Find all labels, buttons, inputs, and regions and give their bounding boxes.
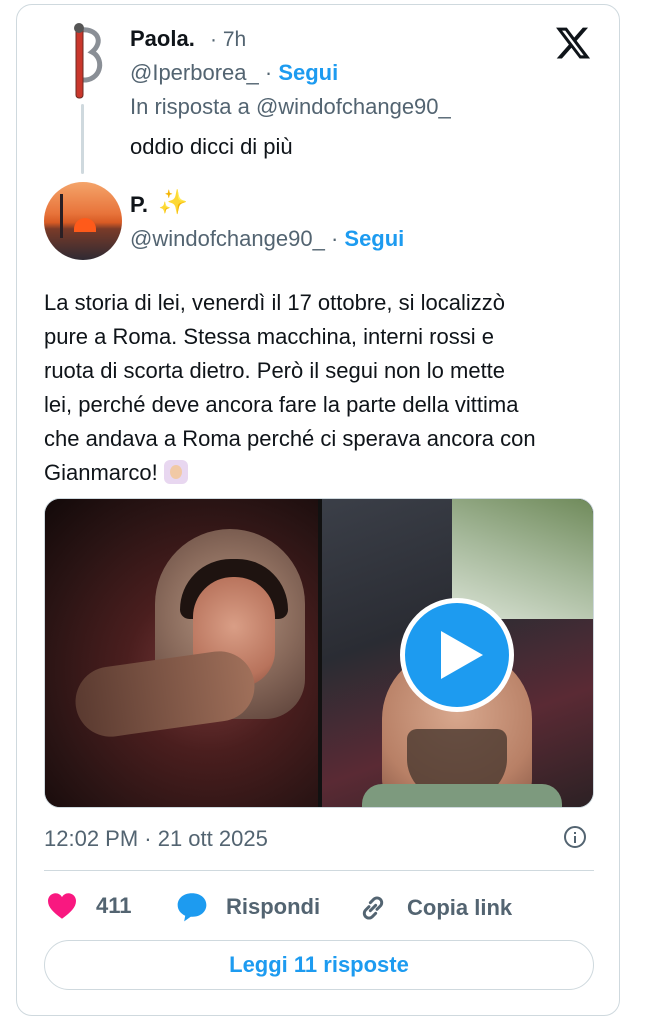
copy-link-label: Copia link: [407, 895, 513, 920]
follow-link[interactable]: Segui: [344, 226, 404, 251]
info-icon[interactable]: [564, 826, 586, 848]
author-handle[interactable]: @windofchange90_: [130, 226, 325, 251]
reply-bubble-icon: [177, 893, 207, 922]
play-button[interactable]: [400, 598, 514, 712]
photo-woman-in-car[interactable]: [45, 499, 318, 807]
author-handle-row: @windofchange90_ · Segui: [130, 226, 404, 252]
like-count: 411: [96, 893, 132, 918]
tweet-text: La storia di lei, venerdì il 17 ottobre,…: [44, 290, 536, 485]
facepalm-emoji-icon: [163, 460, 188, 484]
sparkles-emoji: ✨: [158, 189, 188, 216]
thread-connector: [81, 104, 84, 174]
video-shirt: [362, 784, 562, 807]
read-replies-button[interactable]: Leggi 11 risposte: [44, 940, 594, 990]
divider: [44, 870, 594, 871]
copy-link-button[interactable]: Copia link: [357, 892, 512, 924]
avatar-pole: [60, 194, 63, 238]
author-avatar[interactable]: [44, 182, 122, 260]
x-logo-icon[interactable]: [554, 24, 592, 62]
reply-author-avatar[interactable]: [46, 22, 118, 102]
avatar-sun: [74, 218, 96, 232]
reply-author-handle[interactable]: @Iperborea_: [130, 60, 259, 85]
tweet-timestamp[interactable]: 12:02 PM · 21 ott 2025: [44, 826, 268, 852]
reply-time[interactable]: · 7h: [210, 28, 246, 52]
tweet-text-container: La storia di lei, venerdì il 17 ottobre,…: [44, 286, 604, 490]
link-icon: [362, 896, 384, 920]
reply-label: Rispondi: [226, 894, 321, 919]
author-name[interactable]: P.: [130, 192, 148, 218]
reply-tweet-text: oddio dicci di più: [130, 134, 293, 159]
reply-follow-link[interactable]: Segui: [278, 60, 338, 85]
reply-to-label[interactable]: In risposta a @windofchange90_: [130, 94, 451, 120]
play-icon: [441, 631, 483, 679]
like-button[interactable]: 411: [46, 892, 132, 920]
separator-dot: ·: [264, 60, 279, 85]
photo-arm: [71, 646, 259, 742]
reply-author-name[interactable]: Paola.: [130, 26, 195, 52]
heart-icon: [48, 893, 76, 919]
separator-dot: ·: [330, 226, 345, 251]
reply-author-handle-row: @Iperborea_ · Segui: [130, 60, 338, 86]
reply-button[interactable]: Rispondi: [176, 892, 320, 922]
